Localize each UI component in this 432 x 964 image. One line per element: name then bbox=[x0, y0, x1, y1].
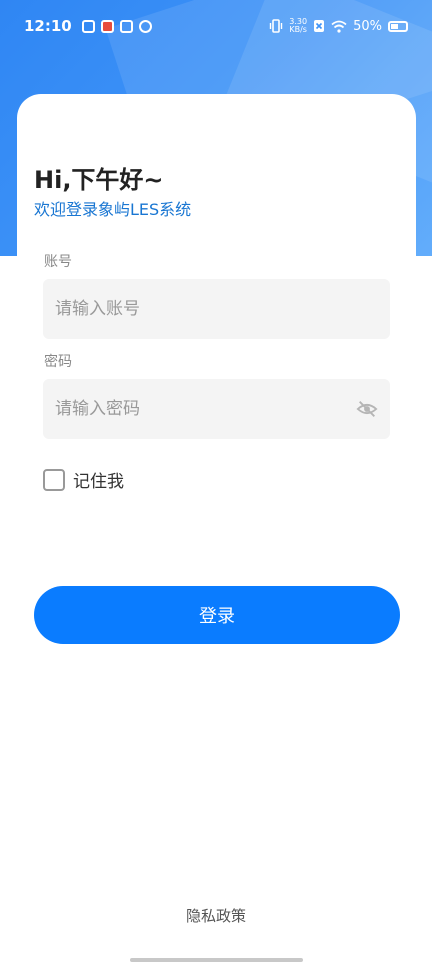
app-notification-icon bbox=[81, 19, 95, 33]
app-notification-icon bbox=[119, 19, 133, 33]
wifi-icon bbox=[331, 20, 347, 33]
battery-percent: 50% bbox=[353, 18, 382, 34]
greeting-title: Hi,下午好~ bbox=[34, 166, 164, 194]
network-speed-unit: KB/s bbox=[289, 25, 307, 34]
remember-me-option[interactable]: 记住我 bbox=[43, 467, 124, 492]
account-input[interactable] bbox=[43, 279, 390, 339]
welcome-subtitle: 欢迎登录象屿LES系统 bbox=[34, 200, 192, 219]
app-notification-icon bbox=[138, 19, 152, 33]
status-time: 12:10 bbox=[24, 17, 72, 35]
login-button[interactable]: 登录 bbox=[34, 586, 400, 644]
no-sim-icon bbox=[314, 20, 325, 32]
remember-me-label: 记住我 bbox=[73, 472, 124, 492]
vibrate-icon bbox=[270, 19, 283, 33]
status-bar: 12:10 3.30 KB/s 50% bbox=[0, 0, 432, 52]
password-input[interactable] bbox=[43, 379, 390, 439]
network-speed: 3.30 KB/s bbox=[289, 18, 307, 34]
password-label: 密码 bbox=[44, 354, 72, 370]
home-indicator[interactable] bbox=[130, 958, 303, 962]
app-notification-icon bbox=[100, 19, 114, 33]
status-left: 12:10 bbox=[24, 17, 152, 35]
privacy-policy-link[interactable]: 隐私政策 bbox=[0, 905, 432, 926]
remember-me-checkbox[interactable] bbox=[43, 468, 65, 491]
status-right: 3.30 KB/s 50% bbox=[269, 18, 408, 34]
eye-off-icon[interactable] bbox=[356, 399, 378, 419]
battery-icon bbox=[388, 20, 408, 32]
account-label: 账号 bbox=[44, 254, 72, 270]
